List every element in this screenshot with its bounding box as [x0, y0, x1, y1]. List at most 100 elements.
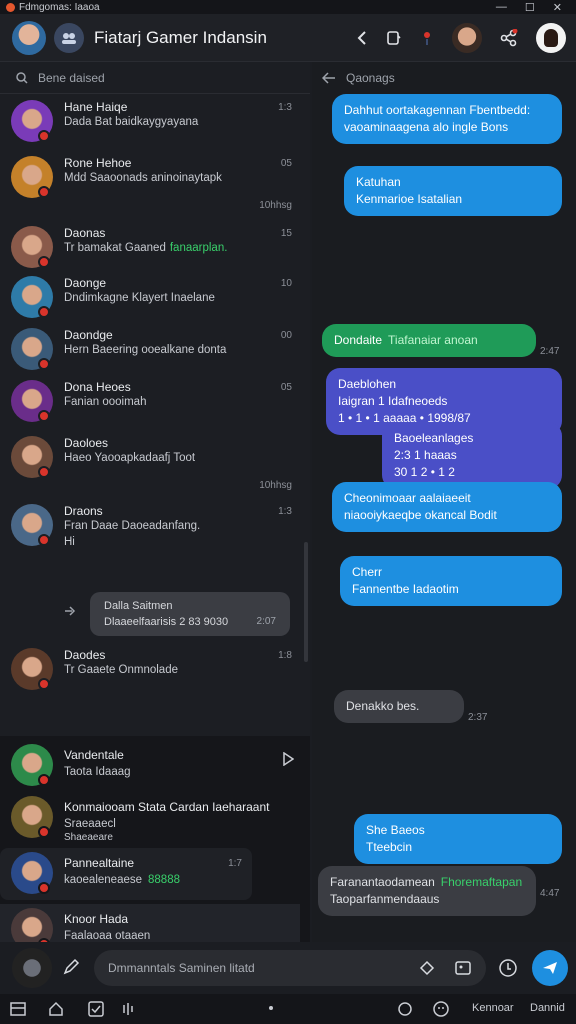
contact-avatar[interactable] — [452, 23, 482, 53]
conversation-item[interactable]: Rone Hehoe Mdd Saaoonads aninoinaytapk 05 1… — [0, 150, 302, 218]
preview-text: Tr bamakat Gaaned — [64, 242, 166, 254]
forwarded-card[interactable]: Dalla Saitmen Dlaaeelfaarisis 2 83 9030 2:… — [90, 592, 290, 636]
share-icon[interactable] — [500, 29, 518, 47]
message-text-main: Daeblohen — [338, 377, 397, 391]
status-badge — [38, 410, 50, 422]
message-text-main: She Baeos — [366, 823, 425, 837]
forward-icon[interactable] — [64, 604, 78, 622]
contact-avatar — [11, 908, 53, 942]
close-button[interactable]: ✕ — [553, 1, 562, 14]
alert-icon[interactable] — [420, 30, 434, 46]
message-text: Daeblohen — [338, 376, 550, 393]
conversation-item[interactable]: Draons Fran Daae Daoeadanfang. Hi 1:3 — [0, 498, 302, 568]
message-text: Faranantaodamean Fhoremaftapan — [330, 874, 524, 891]
message-text: Katuhan — [356, 174, 550, 191]
status-badge — [38, 186, 50, 198]
message-text-main: Cherr — [352, 565, 383, 579]
card-time: 2:07 — [256, 616, 276, 627]
pinned-item[interactable]: Konmaiooam Stata Cardan Iaeharaant Sraeaa… — [0, 792, 302, 844]
pinned-item[interactable]: Vandentale Taota Idaaag — [0, 740, 302, 792]
status-badge — [38, 678, 50, 690]
card-line1: Dalla Saitmen — [104, 600, 173, 612]
search-text: Bene daised — [38, 70, 105, 85]
sticker-icon[interactable] — [418, 959, 436, 977]
emoji-icon[interactable] — [498, 958, 518, 978]
nav-left-label[interactable]: Kennoar — [472, 1002, 514, 1014]
message-text: Dahhut oortakagennan Fbentbedd: vaoamina… — [344, 102, 550, 136]
conversation-preview: Dndimkagne Klayert Inaelane — [64, 292, 215, 304]
conversation-item[interactable]: Daodes Tr Gaaete Onmnolade 1:8 — [0, 642, 302, 696]
message-text2: Taoparfanmendaaus — [330, 892, 440, 906]
check-icon[interactable] — [88, 1001, 104, 1017]
message-text2: Kenmarioe Isatalian — [356, 192, 463, 206]
search-bar[interactable]: Bene daised — [0, 62, 310, 94]
message-text: Baoeleanlages — [394, 430, 550, 447]
conversation-item[interactable]: Daoloes Haeo Yaooapkadaafj Toot 10hhsg — [0, 430, 302, 498]
conversation-item[interactable]: Dona Heoes Fanian oooimah 05 — [0, 374, 302, 428]
conversation-item[interactable]: Hane Haiqe Dada Bat baidkaygyayana 1:3 — [0, 94, 302, 148]
nav-right-label[interactable]: Dannid — [530, 1002, 565, 1014]
pinned-item[interactable]: Pannealtaine kaoealeneaese 88888 1:7 — [0, 848, 252, 900]
image-icon[interactable] — [454, 959, 472, 977]
pinned-preview-text: Taota Idaaag — [64, 766, 131, 778]
message-highlight: Tiafanaiar anoan — [388, 333, 478, 347]
pinned-name: Vandentale — [64, 748, 124, 762]
message-bubble[interactable]: Denakko bes. — [334, 690, 464, 723]
group-avatar[interactable] — [54, 22, 84, 53]
conversation-time: 15 — [280, 228, 292, 239]
user-avatar[interactable] — [12, 20, 46, 55]
status-badge — [38, 534, 50, 546]
pinned-time: 1:7 — [228, 858, 242, 869]
back-arrow-icon[interactable] — [322, 72, 336, 84]
chat-icon[interactable] — [432, 1000, 450, 1018]
message-text-main: Faranantaodamean — [330, 875, 435, 889]
message-bubble[interactable]: Katuhan Kenmarioe Isatalian — [344, 166, 562, 216]
pinned-preview-line2: Shaeaeare — [64, 832, 113, 843]
conversation-name: Daodes — [64, 648, 106, 662]
message-bubble[interactable]: Faranantaodamean Fhoremaftapan Taoparfanme… — [318, 866, 536, 916]
conversation-item[interactable]: Daonge Dndimkagne Klayert Inaelane 10 — [0, 270, 302, 320]
message-bubble[interactable]: Cheonimoaar aalaiaeeit niaooiykaeqbe oka… — [332, 482, 562, 532]
conversation-item[interactable]: Daonas Tr bamakat Gaaned fanaarplan. 15 — [0, 220, 302, 270]
message-text-main: Katuhan — [356, 175, 401, 189]
preview-text: Tr Gaaete Onmnolade — [64, 664, 178, 676]
edit-icon[interactable] — [62, 958, 80, 976]
conversation-meta: 10hhsg — [259, 200, 292, 211]
message-bubble[interactable]: She Baeos Tteebcin — [354, 814, 562, 864]
preview-text: Fanian oooimah — [64, 396, 147, 408]
message-bubble[interactable]: Dondaite Tiafanaiar anoan — [322, 324, 536, 357]
maximize-button[interactable]: ☐ — [525, 1, 535, 14]
conversation-item[interactable]: Daondge Hern Baeering ooealkane donta 00 — [0, 322, 302, 374]
message-text-main: Dahhut oortakagennan Fbentbedd: vaoamina… — [344, 103, 531, 134]
minimize-button[interactable]: — — [496, 1, 507, 14]
send-button[interactable] — [532, 950, 568, 986]
message-text-main: Denakko bes. — [346, 699, 420, 713]
pinned-preview-highlight: 88888 — [148, 874, 180, 886]
status-badge — [38, 826, 50, 838]
scrollbar[interactable] — [304, 542, 308, 662]
conversation-preview: Dada Bat baidkaygyayana — [64, 116, 198, 128]
card-line2: Dlaaeelfaarisis 2 83 9030 — [104, 616, 229, 628]
message-bubble[interactable]: Baoeleanlages 2:3 1 haaas 30 1 2 • 1 2 — [382, 422, 562, 489]
message-bubble[interactable]: Cherr Fannentbe Iadaotim — [340, 556, 562, 606]
pinned-name: Konmaiooam Stata Cardan Iaeharaant — [64, 800, 270, 814]
menu-icon[interactable] — [10, 1001, 26, 1017]
status-badge — [38, 256, 50, 268]
pinned-list: Vandentale Taota Idaaag Konmaiooam Stata C… — [0, 736, 310, 942]
back-arrow-icon[interactable] — [356, 30, 368, 46]
audio-icon[interactable] — [122, 1001, 136, 1017]
conversation-preview-line2: Hi — [64, 536, 75, 548]
pinned-preview: Taota Idaaag — [64, 766, 131, 778]
copy-icon[interactable] — [386, 30, 402, 46]
conversation-list: Bene daised Hane Haiqe Dada Bat baidkaygy… — [0, 62, 310, 942]
home-icon[interactable] — [48, 1001, 64, 1017]
profile-avatar[interactable] — [536, 23, 566, 53]
play-icon[interactable] — [282, 751, 295, 771]
message-bubble[interactable]: Dahhut oortakagennan Fbentbedd: vaoamina… — [332, 94, 562, 144]
pinned-name: Pannealtaine — [64, 856, 135, 870]
message-input[interactable]: Dmmanntals Saminen litatd — [94, 950, 486, 986]
composer-avatar[interactable] — [12, 948, 52, 988]
refresh-icon[interactable] — [396, 1000, 414, 1018]
preview-text: Fran Daae Daoeadanfang. — [64, 520, 201, 532]
pinned-item[interactable]: Knoor Hada Faalaoaa otaaen — [0, 904, 300, 942]
